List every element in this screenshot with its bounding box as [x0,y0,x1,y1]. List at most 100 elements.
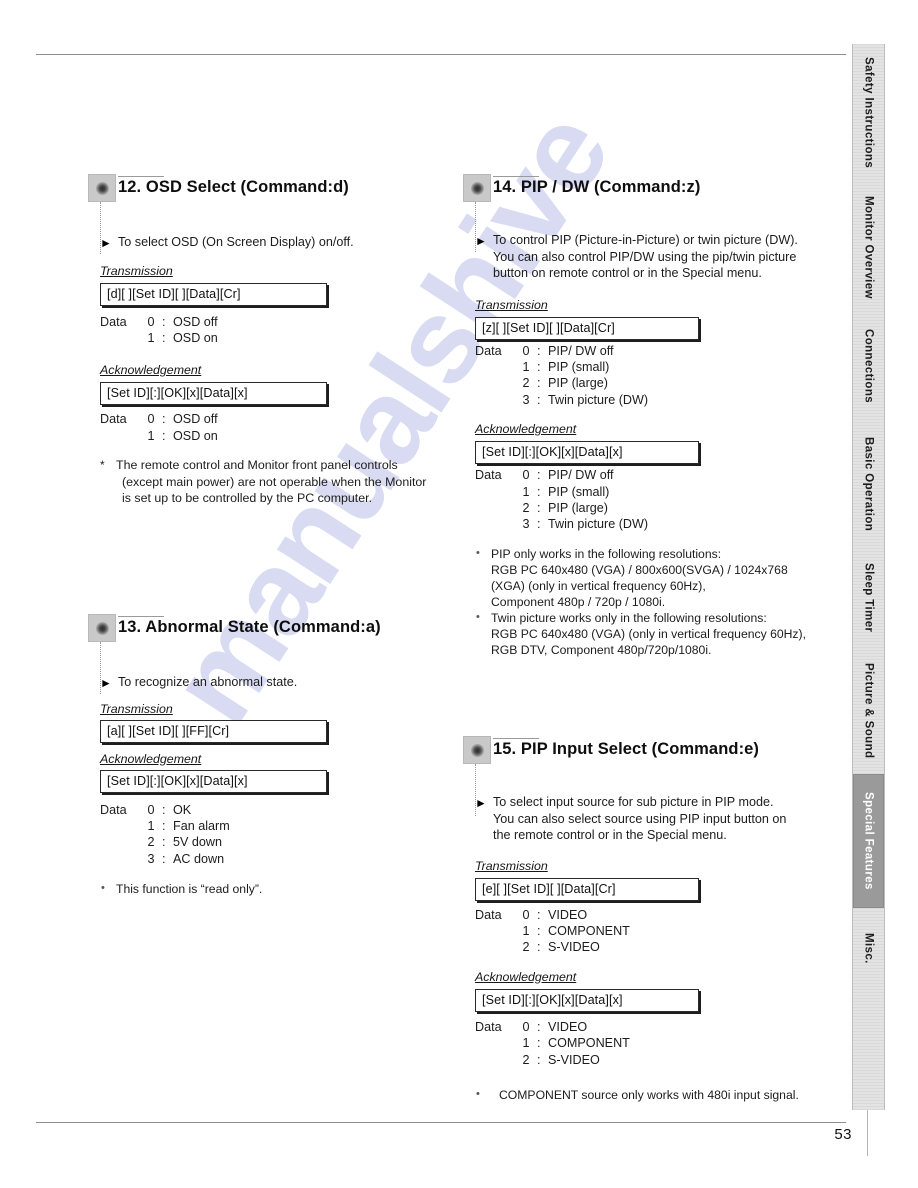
section-pip-input-select: 15. PIP Input Select (Command:e) ► To se… [463,734,848,1103]
transmission-label: Transmission [100,701,173,716]
data-label: Data [475,907,502,922]
data-row: 2 : 5V down [100,834,468,850]
triangle-right-icon: ► [100,676,112,690]
section-rule [493,176,539,177]
tab-connections[interactable]: Connections [853,312,884,420]
section-header: 15. PIP Input Select (Command:e) [463,734,848,816]
data-label-spacer [475,484,515,500]
intro-line-3: the remote control or in the Special men… [493,828,727,842]
section-title: 14. PIP / DW (Command:z) [493,178,701,196]
triangle-right-icon: ► [475,796,487,810]
transmission-label: Transmission [100,263,173,278]
data-row: Data 0 : OSD off [100,411,468,427]
data-label-spacer [475,939,515,955]
acknowledgement-data-list: Data 0 : OK 1 : Fan alarm 2 : 5V down 3 … [100,802,468,868]
data-value: PIP (small) [548,359,610,374]
data-value: PIP (large) [548,500,608,515]
section-intro: ► To control PIP (Picture-in-Picture) or… [463,232,848,282]
note-line-2: RGB PC 640x480 (VGA) / 800x600(SVGA) / 1… [491,562,788,577]
data-label: Data [475,343,502,358]
data-key: 0 [522,907,530,922]
tab-safety-instructions[interactable]: Safety Instructions [853,44,884,182]
tab-basic-operation[interactable]: Basic Operation [853,420,884,548]
data-label: Data [100,314,127,329]
data-label: Data [100,802,127,817]
data-row: 2 : S-VIDEO [475,1052,848,1068]
data-key: 2 [522,500,530,515]
data-label-spacer [475,375,515,391]
intro-text: To recognize an abnormal state. [118,675,298,689]
transmission-label: Transmission [475,858,548,873]
transmission-command-box: [z][ ][Set ID][ ][Data][Cr] [475,316,699,340]
acknowledgement-label: Acknowledgement [475,969,577,984]
data-row: 2 : PIP (large) [475,375,848,391]
section-note: • COMPONENT source only works with 480i … [475,1087,848,1103]
intro-line-1: To control PIP (Picture-in-Picture) or t… [493,233,798,247]
data-colon: : [537,517,541,532]
note-line-3: is set up to be controlled by the PC com… [122,490,373,505]
star-burst-icon [463,736,491,764]
data-colon: : [537,1052,541,1067]
data-colon: : [537,359,541,374]
tab-sleep-timer[interactable]: Sleep Timer [853,548,884,648]
data-label-spacer [100,818,140,834]
section-rule [118,616,164,617]
section-header: 14. PIP / DW (Command:z) [463,172,848,252]
intro-line-3: button on remote control or in the Speci… [493,266,762,280]
data-row: 1 : OSD on [100,330,468,346]
note-line-3: (XGA) (only in vertical frequency 60Hz), [491,578,706,593]
intro-line-2: You can also select source using PIP inp… [493,811,787,826]
data-row: Data 0 : OSD off [100,314,468,330]
data-value: Twin picture (DW) [548,517,649,532]
data-value: VIDEO [548,1019,588,1034]
intro-line-1: To select input source for sub picture i… [493,795,774,809]
data-value: PIP (small) [548,484,610,499]
data-value: PIP (large) [548,376,608,391]
data-label-spacer [100,851,140,867]
asterisk-icon: • [476,1087,480,1100]
data-row: 3 : Twin picture (DW) [475,516,848,532]
star-burst-icon [88,174,116,202]
tab-misc[interactable]: Misc. [853,908,884,988]
data-row: 1 : COMPONENT [475,1035,848,1051]
data-label-spacer [475,923,515,939]
data-row: 3 : AC down [100,851,468,867]
note-line-1: COMPONENT source only works with 480i in… [499,1087,799,1102]
data-colon: : [162,412,166,427]
asterisk-icon: • [476,610,480,623]
data-row: 1 : PIP (small) [475,484,848,500]
acknowledgement-data-list: Data 0 : PIP/ DW off 1 : PIP (small) 2 :… [475,467,848,533]
data-row: Data 0 : OK [100,802,468,818]
tab-monitor-overview[interactable]: Monitor Overview [853,182,884,312]
note-line-3: RGB DTV, Component 480p/720p/1080i. [491,642,712,657]
data-colon: : [162,330,166,345]
data-row: Data 0 : PIP/ DW off [475,343,848,359]
section-rule [493,738,539,739]
section-intro: ► To select input source for sub picture… [463,794,848,844]
data-label-spacer [475,392,515,408]
section-header: 12. OSD Select (Command:d) [88,172,468,254]
data-value: AC down [173,851,225,866]
data-label-spacer [475,1052,515,1068]
data-colon: : [537,343,541,358]
data-label-spacer [475,359,515,375]
section-osd-select: 12. OSD Select (Command:d) ► To select O… [88,172,468,506]
star-burst-icon [463,174,491,202]
page-number: 53 [834,1126,852,1143]
data-row: 1 : PIP (small) [475,359,848,375]
data-colon: : [162,428,166,443]
data-key: 0 [522,468,530,483]
data-colon: : [537,1019,541,1034]
section-note: * The remote control and Monitor front p… [100,457,468,506]
data-value: S-VIDEO [548,1052,600,1067]
data-colon: : [537,500,541,515]
data-key: 0 [147,802,155,817]
transmission-data-list: Data 0 : VIDEO 1 : COMPONENT 2 : S-VIDEO [475,907,848,956]
tab-picture-and-sound[interactable]: Picture & Sound [853,648,884,774]
tab-special-features[interactable]: Special Features [853,774,884,908]
data-colon: : [537,940,541,955]
data-value: OSD off [173,314,218,329]
section-tab-strip[interactable]: Safety Instructions Monitor Overview Con… [852,44,885,1110]
data-row: 1 : Fan alarm [100,818,468,834]
data-row: 1 : OSD on [100,428,468,444]
